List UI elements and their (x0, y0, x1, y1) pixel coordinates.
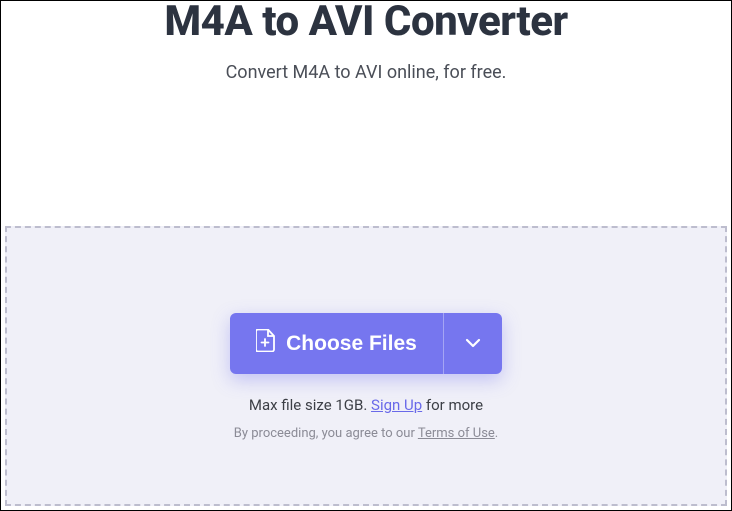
file-plus-icon (256, 329, 275, 358)
choose-files-label: Choose Files (286, 332, 417, 356)
terms-suffix: . (495, 426, 498, 441)
file-dropzone[interactable]: Choose Files Max file size 1GB. Sign Up … (5, 226, 727, 506)
file-size-info: Max file size 1GB. Sign Up for more (249, 396, 483, 414)
info-suffix: for more (422, 396, 483, 414)
terms-prefix: By proceeding, you agree to our (234, 426, 418, 441)
terms-info: By proceeding, you agree to our Terms of… (234, 426, 498, 441)
terms-of-use-link[interactable]: Terms of Use (418, 426, 495, 441)
info-prefix: Max file size 1GB. (249, 396, 371, 414)
sign-up-link[interactable]: Sign Up (371, 396, 422, 414)
choose-files-group: Choose Files (230, 313, 502, 374)
header: M4A to AVI Converter Convert M4A to AVI … (1, 0, 731, 83)
chevron-down-icon (465, 336, 481, 351)
page-subtitle: Convert M4A to AVI online, for free. (1, 62, 731, 83)
page-title: M4A to AVI Converter (1, 0, 731, 46)
source-dropdown-button[interactable] (444, 313, 502, 374)
dropzone-wrapper: Choose Files Max file size 1GB. Sign Up … (5, 226, 727, 506)
choose-files-button[interactable]: Choose Files (230, 313, 444, 374)
